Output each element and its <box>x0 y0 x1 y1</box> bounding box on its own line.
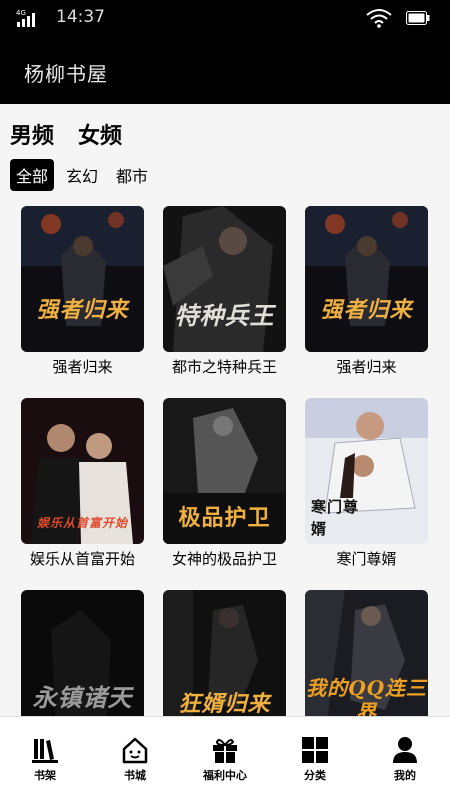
cover-title: 狂婿归来 <box>178 691 271 716</box>
book-cover[interactable]: 极品护卫 <box>163 398 286 544</box>
book-cover[interactable]: 强者归来 <box>305 206 428 352</box>
book-cover[interactable]: 永镇诸天 <box>21 590 144 716</box>
book-card[interactable]: 强者归来 强者归来 <box>305 206 428 377</box>
network-type: 4G <box>16 9 26 17</box>
book-card[interactable]: 狂婿归来 <box>163 590 286 716</box>
nav-label: 书架 <box>34 769 56 782</box>
app-title: 杨柳书屋 <box>24 62 108 86</box>
bookshelf-icon <box>32 739 58 763</box>
book-card[interactable]: 寒门尊婿 寒门尊婿 <box>305 398 428 569</box>
tab-female[interactable]: 女频 <box>78 118 122 150</box>
nav-category[interactable]: 分类 <box>270 717 360 801</box>
genre-tabs: 全部 玄幻 都市 <box>10 159 154 191</box>
tab-fantasy[interactable]: 玄幻 <box>60 159 104 191</box>
app-header: 杨柳书屋 <box>0 36 450 104</box>
gift-icon <box>213 739 237 763</box>
nav-mine[interactable]: 我的 <box>360 717 450 801</box>
book-card[interactable]: 我的QQ连三界 <box>305 590 428 716</box>
book-title: 女神的极品护卫 <box>171 550 277 568</box>
book-title: 强者归来 <box>336 358 397 376</box>
nav-bookshelf[interactable]: 书架 <box>0 717 90 801</box>
book-card[interactable]: 强者归来 强者归来 <box>21 206 144 377</box>
book-cover[interactable]: 娱乐从首富开始 <box>21 398 144 544</box>
book-store-content: 男频 女频 全部 玄幻 都市 强者归来 强者归来 特种兵王 都市之特种兵王 强者… <box>0 104 450 716</box>
tab-urban[interactable]: 都市 <box>110 159 154 191</box>
cover-title: 极品护卫 <box>178 505 271 531</box>
tab-male[interactable]: 男频 <box>10 118 54 150</box>
cover-title: 强者归来 <box>320 297 413 323</box>
book-cover[interactable]: 寒门尊婿 <box>305 398 428 544</box>
category-icon <box>302 737 328 763</box>
gender-tabs: 男频 女频 <box>10 118 122 150</box>
book-title: 强者归来 <box>52 358 113 376</box>
book-card[interactable]: 娱乐从首富开始 娱乐从首富开始 <box>21 398 144 569</box>
user-icon <box>393 737 417 763</box>
nav-label: 分类 <box>304 769 326 782</box>
wifi-icon <box>366 9 392 28</box>
book-card[interactable]: 极品护卫 女神的极品护卫 <box>163 398 286 569</box>
tab-all[interactable]: 全部 <box>10 159 55 191</box>
status-time: 14:37 <box>56 7 105 27</box>
cover-title: 我的QQ连三界 <box>306 676 427 716</box>
book-title: 都市之特种兵王 <box>171 358 277 376</box>
book-cover[interactable]: 强者归来 <box>21 206 144 352</box>
nav-label: 我的 <box>394 769 416 782</box>
book-cover[interactable]: 狂婿归来 <box>163 590 286 716</box>
status-bar: 4G 14:37 <box>0 0 450 36</box>
book-card[interactable]: 特种兵王 都市之特种兵王 <box>163 206 286 377</box>
bottom-nav: 书架 书城 福利中心 分类 我的 <box>0 716 450 801</box>
cover-title: 寒门尊婿 <box>311 498 360 538</box>
battery-icon <box>406 11 430 25</box>
cover-title: 永镇诸天 <box>32 683 133 712</box>
nav-label: 福利中心 <box>203 769 247 782</box>
store-icon <box>122 737 148 764</box>
cover-title: 娱乐从首富开始 <box>36 516 128 530</box>
nav-store[interactable]: 书城 <box>90 717 180 801</box>
book-title: 娱乐从首富开始 <box>29 550 135 568</box>
nav-welfare[interactable]: 福利中心 <box>180 717 270 801</box>
book-cover[interactable]: 我的QQ连三界 <box>305 590 428 716</box>
book-cover[interactable]: 特种兵王 <box>163 206 286 352</box>
nav-label: 书城 <box>124 769 146 782</box>
book-card[interactable]: 永镇诸天 <box>21 590 144 716</box>
cover-title: 强者归来 <box>36 297 129 323</box>
signal-icon: 4G <box>16 9 35 27</box>
book-title: 寒门尊婿 <box>336 550 397 568</box>
cover-title: 特种兵王 <box>174 301 275 330</box>
